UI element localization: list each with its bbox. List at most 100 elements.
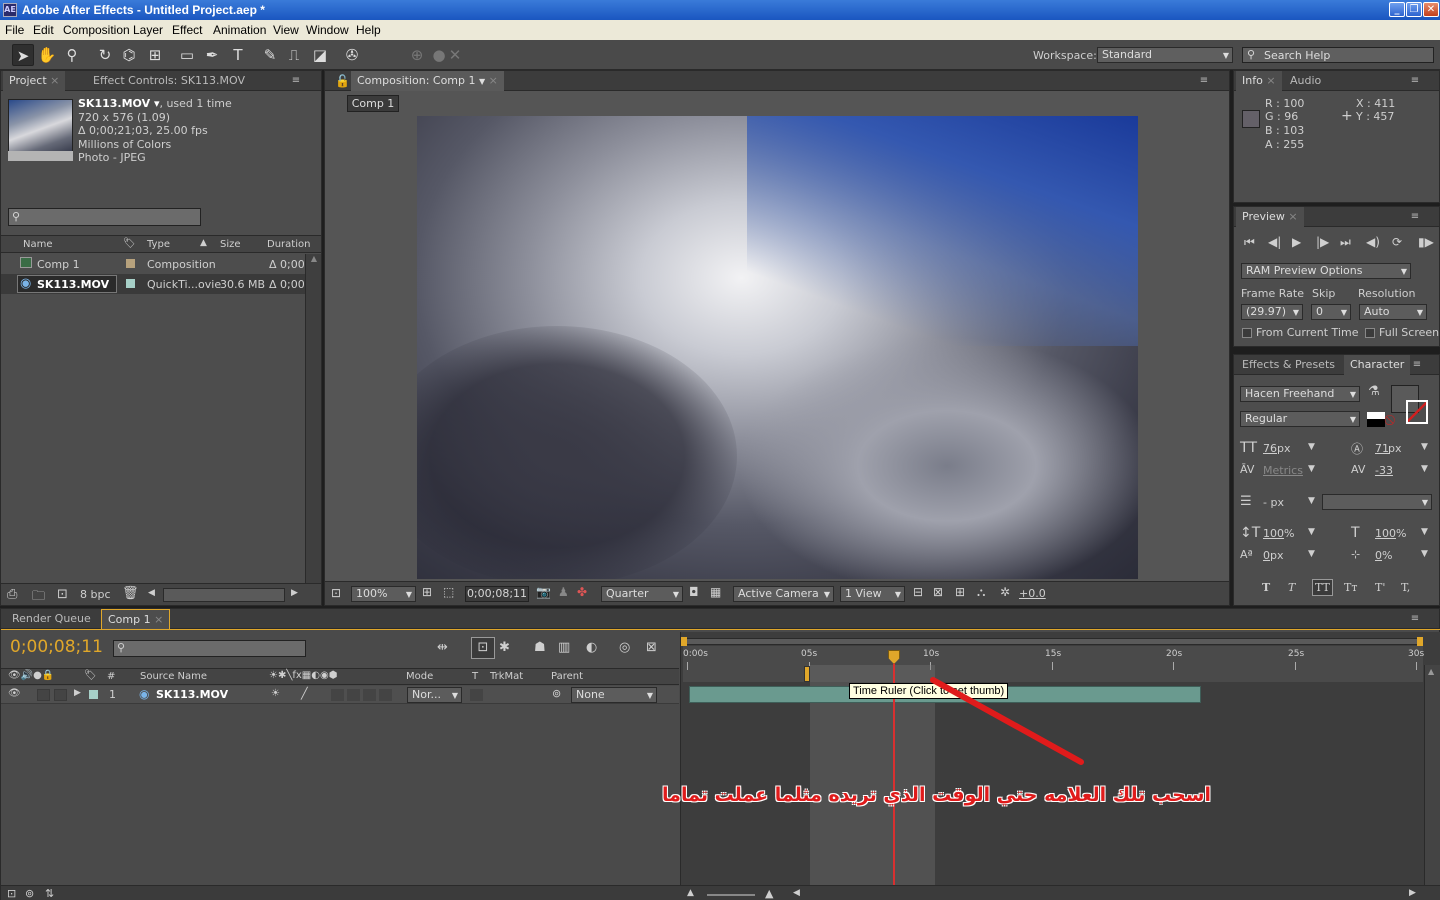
in-point-marker[interactable] xyxy=(804,666,810,682)
tab-render-queue[interactable]: Render Queue xyxy=(6,609,97,629)
scroll-right-icon[interactable]: ▶ xyxy=(1409,888,1416,898)
menu-file[interactable]: File xyxy=(5,23,24,37)
leading-value[interactable]: 71 xyxy=(1375,442,1389,455)
vertical-scale-value[interactable]: 100 xyxy=(1263,527,1284,540)
layer-name[interactable]: SK113.MOV xyxy=(156,688,228,701)
project-row[interactable]: ◉ SK113.MOV QuickTi...ovie 30.6 MB Δ 0;0… xyxy=(1,274,308,294)
fast-previews-icon[interactable]: ⊠ xyxy=(933,585,943,599)
column-parent[interactable]: Parent xyxy=(551,671,583,682)
all-caps-button[interactable]: TT xyxy=(1312,579,1333,596)
project-scrollbar[interactable]: ▲ xyxy=(305,254,321,584)
restore-button[interactable]: ❐ xyxy=(1406,2,1422,17)
column-name[interactable]: Name xyxy=(23,239,53,250)
menu-help[interactable]: Help xyxy=(356,23,381,37)
scroll-right-icon[interactable]: ▶ xyxy=(291,588,298,598)
black-swatch[interactable] xyxy=(1367,419,1385,427)
trash-icon[interactable]: 🗑 xyxy=(122,586,139,601)
tab-effect-controls[interactable]: Effect Controls: SK113.MOV xyxy=(87,71,251,91)
panel-menu-icon[interactable]: ≡ xyxy=(1408,75,1422,87)
skip-dropdown[interactable]: 0 xyxy=(1311,304,1351,320)
scroll-left-icon[interactable]: ◀ xyxy=(148,588,155,598)
close-window-button[interactable]: ✕ xyxy=(1423,2,1439,17)
pick-whip-icon[interactable]: ⊚ xyxy=(552,687,561,700)
superscript-button[interactable]: T' xyxy=(1375,581,1385,594)
faux-bold-button[interactable]: T xyxy=(1262,581,1270,594)
search-help-field[interactable]: ⚲ Search Help xyxy=(1242,47,1434,63)
parent-dropdown[interactable]: None xyxy=(571,687,657,703)
menu-window[interactable]: Window xyxy=(306,23,349,37)
motion-blur-icon[interactable]: ◐ xyxy=(586,640,597,655)
tab-composition[interactable]: Composition: Comp 1 ▼ × xyxy=(351,71,504,91)
tab-audio[interactable]: Audio xyxy=(1284,71,1327,91)
stroke-color-swatch[interactable] xyxy=(1406,400,1428,424)
work-area-start-handle[interactable] xyxy=(681,637,687,646)
full-screen-checkbox[interactable] xyxy=(1365,328,1375,338)
interpret-footage-icon[interactable]: ⎙ xyxy=(7,587,17,602)
world-axis-icon[interactable]: ✕ xyxy=(444,44,466,66)
dropdown-arrow-icon[interactable]: ▼ xyxy=(1308,549,1315,559)
panel-menu-icon[interactable]: ≡ xyxy=(1408,613,1422,625)
tab-project[interactable]: Project × xyxy=(3,71,66,91)
work-area-end-handle[interactable] xyxy=(1417,637,1423,646)
minimize-button[interactable]: _ xyxy=(1389,2,1405,17)
comp-mini-flowchart-icon[interactable]: ⇹ xyxy=(437,640,448,655)
always-preview-icon[interactable]: ⊡ xyxy=(331,586,341,600)
dropdown-arrow-icon[interactable]: ▼ xyxy=(1421,442,1428,452)
region-of-interest-icon[interactable]: ◘ xyxy=(689,585,699,599)
draft-3d-icon[interactable]: ✱ xyxy=(499,640,510,655)
toggle-in-out-icon[interactable]: ⇅ xyxy=(45,887,54,900)
font-family-dropdown[interactable]: Hacen Freehand xyxy=(1240,386,1360,402)
baseline-shift-value[interactable]: 0 xyxy=(1263,549,1270,562)
timeline-current-time[interactable]: 0;00;08;11 xyxy=(10,637,103,657)
panel-menu-icon[interactable]: ≡ xyxy=(1410,359,1424,371)
menu-edit[interactable]: Edit xyxy=(33,23,54,37)
dropdown-arrow-icon[interactable]: ▼ xyxy=(1308,442,1315,452)
last-frame-icon[interactable]: ⏭ xyxy=(1340,235,1351,250)
fx-switch[interactable] xyxy=(331,689,344,701)
previous-frame-icon[interactable]: ◀| xyxy=(1268,235,1281,249)
brainstorm-icon[interactable]: ◎ xyxy=(619,640,630,655)
zoom-out-icon[interactable]: ▲ xyxy=(687,888,694,898)
first-frame-icon[interactable]: ⏮ xyxy=(1244,235,1255,250)
zoom-slider-track[interactable] xyxy=(707,894,755,896)
preserve-transparency-checkbox[interactable] xyxy=(470,689,483,701)
subscript-button[interactable]: T, xyxy=(1401,581,1410,594)
channel-rgb-icon[interactable]: ✤ xyxy=(577,585,587,599)
font-size-value[interactable]: 76 xyxy=(1263,442,1277,455)
puppet-pin-tool-icon[interactable]: ✇ xyxy=(341,44,363,66)
menu-composition[interactable]: Composition xyxy=(63,23,130,37)
dropdown-arrow-icon[interactable]: ▼ xyxy=(1308,527,1315,537)
scroll-left-icon[interactable]: ◀ xyxy=(793,888,800,898)
layer-label-color[interactable] xyxy=(89,690,98,699)
new-composition-icon[interactable]: ⊡ xyxy=(57,587,68,602)
graph-editor-icon[interactable]: ⊠ xyxy=(646,640,657,655)
tab-info[interactable]: Info × xyxy=(1236,71,1282,91)
toggle-switches-icon[interactable]: ⊡ xyxy=(7,887,16,900)
font-style-dropdown[interactable]: Regular xyxy=(1240,411,1360,427)
faux-italic-button[interactable]: T xyxy=(1288,581,1295,594)
menu-animation[interactable]: Animation xyxy=(213,23,266,37)
column-mode[interactable]: Mode xyxy=(406,671,433,682)
project-hscrollbar[interactable] xyxy=(163,588,285,602)
dropdown-arrow-icon[interactable]: ▼ xyxy=(1421,549,1428,559)
work-area-bar[interactable] xyxy=(683,638,1421,645)
video-frame-preview[interactable] xyxy=(417,116,1138,579)
column-duration[interactable]: Duration xyxy=(267,239,310,250)
horizontal-scale-value[interactable]: 100 xyxy=(1375,527,1396,540)
loop-icon[interactable]: ⟳ xyxy=(1392,235,1402,249)
panel-menu-icon[interactable]: ≡ xyxy=(1408,211,1422,223)
resolution-dropdown[interactable]: Quarter xyxy=(601,586,683,602)
ram-preview-icon[interactable]: ▮▶ xyxy=(1418,235,1434,249)
hide-shy-layers-icon[interactable]: ☗ xyxy=(534,640,546,655)
project-search-input[interactable]: ⚲ xyxy=(8,208,201,226)
eraser-tool-icon[interactable]: ◪ xyxy=(309,44,331,66)
resolution-dropdown[interactable]: Auto xyxy=(1359,304,1427,320)
scroll-up-icon[interactable]: ▲ xyxy=(1428,667,1434,676)
pan-behind-tool-icon[interactable]: ⊞ xyxy=(144,44,166,66)
type-tool-icon[interactable]: T xyxy=(227,44,249,66)
pen-tool-icon[interactable]: ✒ xyxy=(201,44,223,66)
quality-switch-icon[interactable]: ╱ xyxy=(301,687,308,700)
solo-switch[interactable] xyxy=(54,689,67,701)
column-type[interactable]: Type xyxy=(147,239,170,250)
selection-tool-icon[interactable]: ➤ xyxy=(12,44,34,66)
